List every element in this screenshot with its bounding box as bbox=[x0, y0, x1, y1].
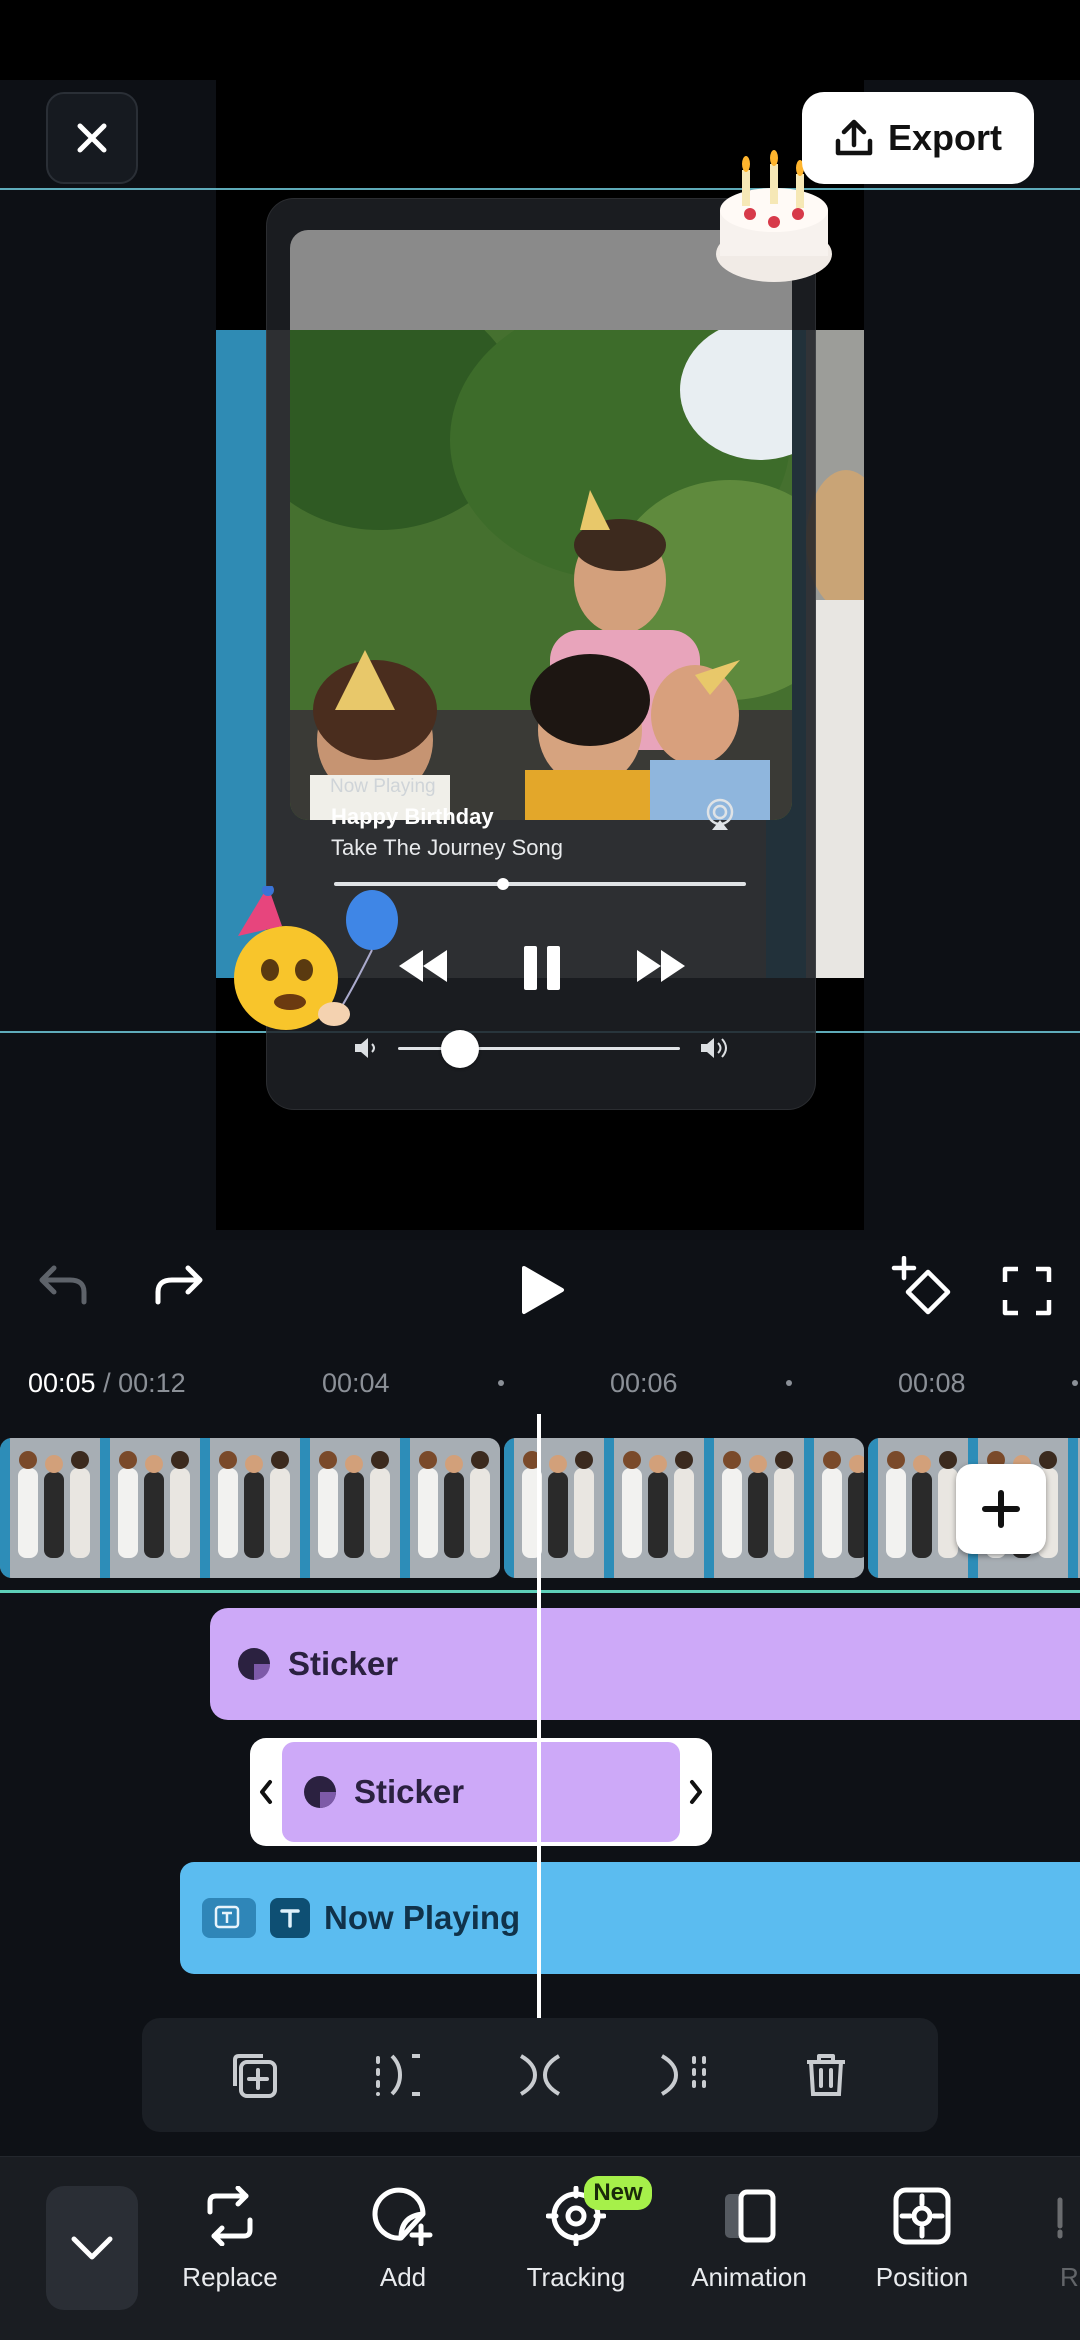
delete-icon[interactable] bbox=[801, 2050, 851, 2100]
sticker-2-body[interactable]: Sticker bbox=[282, 1742, 680, 1842]
timecode: 00:05 / 00:12 bbox=[28, 1368, 186, 1399]
close-icon bbox=[77, 123, 107, 153]
new-badge: New bbox=[584, 2176, 652, 2210]
toolbar-item-add[interactable]: Add bbox=[328, 2186, 478, 2326]
ruler-dot bbox=[1072, 1380, 1078, 1386]
sticker-track-1[interactable]: Sticker bbox=[210, 1608, 1080, 1720]
sticker-icon bbox=[238, 1648, 270, 1680]
chevron-down-icon bbox=[71, 2236, 113, 2260]
toolbar-label: Animation bbox=[691, 2262, 807, 2292]
party-face-sticker[interactable] bbox=[224, 886, 404, 1036]
toolbar-item-partial[interactable]: R bbox=[1040, 2186, 1080, 2326]
sticker-icon bbox=[304, 1776, 336, 1808]
guide-line-top bbox=[0, 188, 1080, 190]
add-sticker-icon bbox=[372, 2187, 433, 2246]
song-artist: Take The Journey Song bbox=[331, 835, 563, 860]
duplicate-icon[interactable] bbox=[229, 2050, 279, 2100]
text-template-icon bbox=[202, 1898, 256, 1938]
partial-icon bbox=[1057, 2197, 1063, 2239]
toolbar-label: Position bbox=[875, 2262, 969, 2292]
upload-icon bbox=[835, 119, 873, 156]
video-clip[interactable] bbox=[504, 1438, 864, 1578]
volume-high-icon bbox=[698, 1034, 734, 1062]
rewind-icon[interactable] bbox=[396, 946, 450, 986]
add-keyframe-icon[interactable] bbox=[890, 1256, 956, 1320]
clip-edit-toolbar bbox=[142, 2018, 938, 2132]
album-art-photo bbox=[290, 330, 792, 820]
current-time: 00:05 bbox=[28, 1368, 96, 1398]
total-time: 00:12 bbox=[118, 1368, 186, 1398]
time-separator: / bbox=[95, 1368, 119, 1398]
airplay-icon[interactable] bbox=[700, 798, 740, 832]
position-icon bbox=[893, 2187, 951, 2245]
ruler-dot bbox=[498, 1380, 504, 1386]
close-button[interactable] bbox=[46, 92, 138, 184]
replace-icon bbox=[207, 2186, 253, 2246]
ruler-tick: 00:04 bbox=[322, 1368, 390, 1398]
sticker-2-label: Sticker bbox=[354, 1773, 465, 1810]
split-icon[interactable] bbox=[515, 2050, 565, 2100]
trim-handle-left[interactable] bbox=[254, 1762, 278, 1822]
ruler-tick: 00:08 bbox=[898, 1368, 966, 1398]
trim-start-icon[interactable] bbox=[372, 2050, 422, 2100]
chevron-left-icon bbox=[260, 1780, 272, 1804]
text-track-label: Now Playing bbox=[324, 1899, 521, 1936]
ruler-dot bbox=[786, 1380, 792, 1386]
toolbar-label: Replace bbox=[182, 2262, 278, 2292]
undo-icon[interactable] bbox=[34, 1262, 92, 1312]
volume-low-icon bbox=[352, 1034, 380, 1062]
toolbar-label: Add bbox=[379, 2262, 427, 2292]
status-bar bbox=[0, 0, 1080, 80]
sticker-1-label: Sticker bbox=[288, 1645, 399, 1682]
video-clip[interactable] bbox=[0, 1438, 500, 1578]
chevron-right-icon bbox=[690, 1780, 702, 1804]
animation-icon bbox=[725, 2189, 776, 2243]
now-playing-caption: Now Playing bbox=[330, 776, 436, 797]
add-clip-button[interactable] bbox=[956, 1464, 1046, 1554]
timeline-ruler[interactable]: 00:05 / 00:12 00:04 00:06 00:08 bbox=[0, 1350, 1080, 1410]
volume-slider[interactable] bbox=[398, 1030, 680, 1068]
play-icon[interactable] bbox=[518, 1264, 566, 1316]
text-icon bbox=[270, 1898, 310, 1938]
toolbar-item-replace[interactable]: Replace bbox=[155, 2186, 305, 2326]
fast-forward-icon[interactable] bbox=[634, 946, 688, 986]
toolbar-item-animation[interactable]: Animation bbox=[674, 2186, 824, 2326]
toolbar-label: R bbox=[1060, 2262, 1079, 2292]
export-label: Export bbox=[887, 117, 1002, 158]
trim-end-icon[interactable] bbox=[658, 2050, 708, 2100]
collapse-button[interactable] bbox=[46, 2186, 138, 2310]
plus-icon bbox=[982, 1490, 1020, 1528]
text-track-now-playing[interactable]: Now Playing bbox=[180, 1862, 1080, 1974]
song-progress-knob[interactable] bbox=[496, 878, 509, 890]
fullscreen-icon[interactable] bbox=[1002, 1266, 1052, 1316]
ruler-tick: 00:06 bbox=[610, 1368, 678, 1398]
trim-handle-right[interactable] bbox=[684, 1762, 708, 1822]
pause-icon[interactable] bbox=[522, 944, 562, 992]
song-title: Happy Birthday bbox=[331, 804, 494, 829]
redo-icon[interactable] bbox=[150, 1262, 208, 1312]
sticker-track-2-selected[interactable]: Sticker bbox=[250, 1738, 712, 1846]
toolbar-item-position[interactable]: Position bbox=[847, 2186, 997, 2326]
toolbar-label: Tracking bbox=[526, 2262, 626, 2292]
volume-slider-knob[interactable] bbox=[441, 1030, 480, 1068]
export-button[interactable]: Export bbox=[802, 92, 1034, 184]
playhead[interactable] bbox=[537, 1414, 541, 2020]
